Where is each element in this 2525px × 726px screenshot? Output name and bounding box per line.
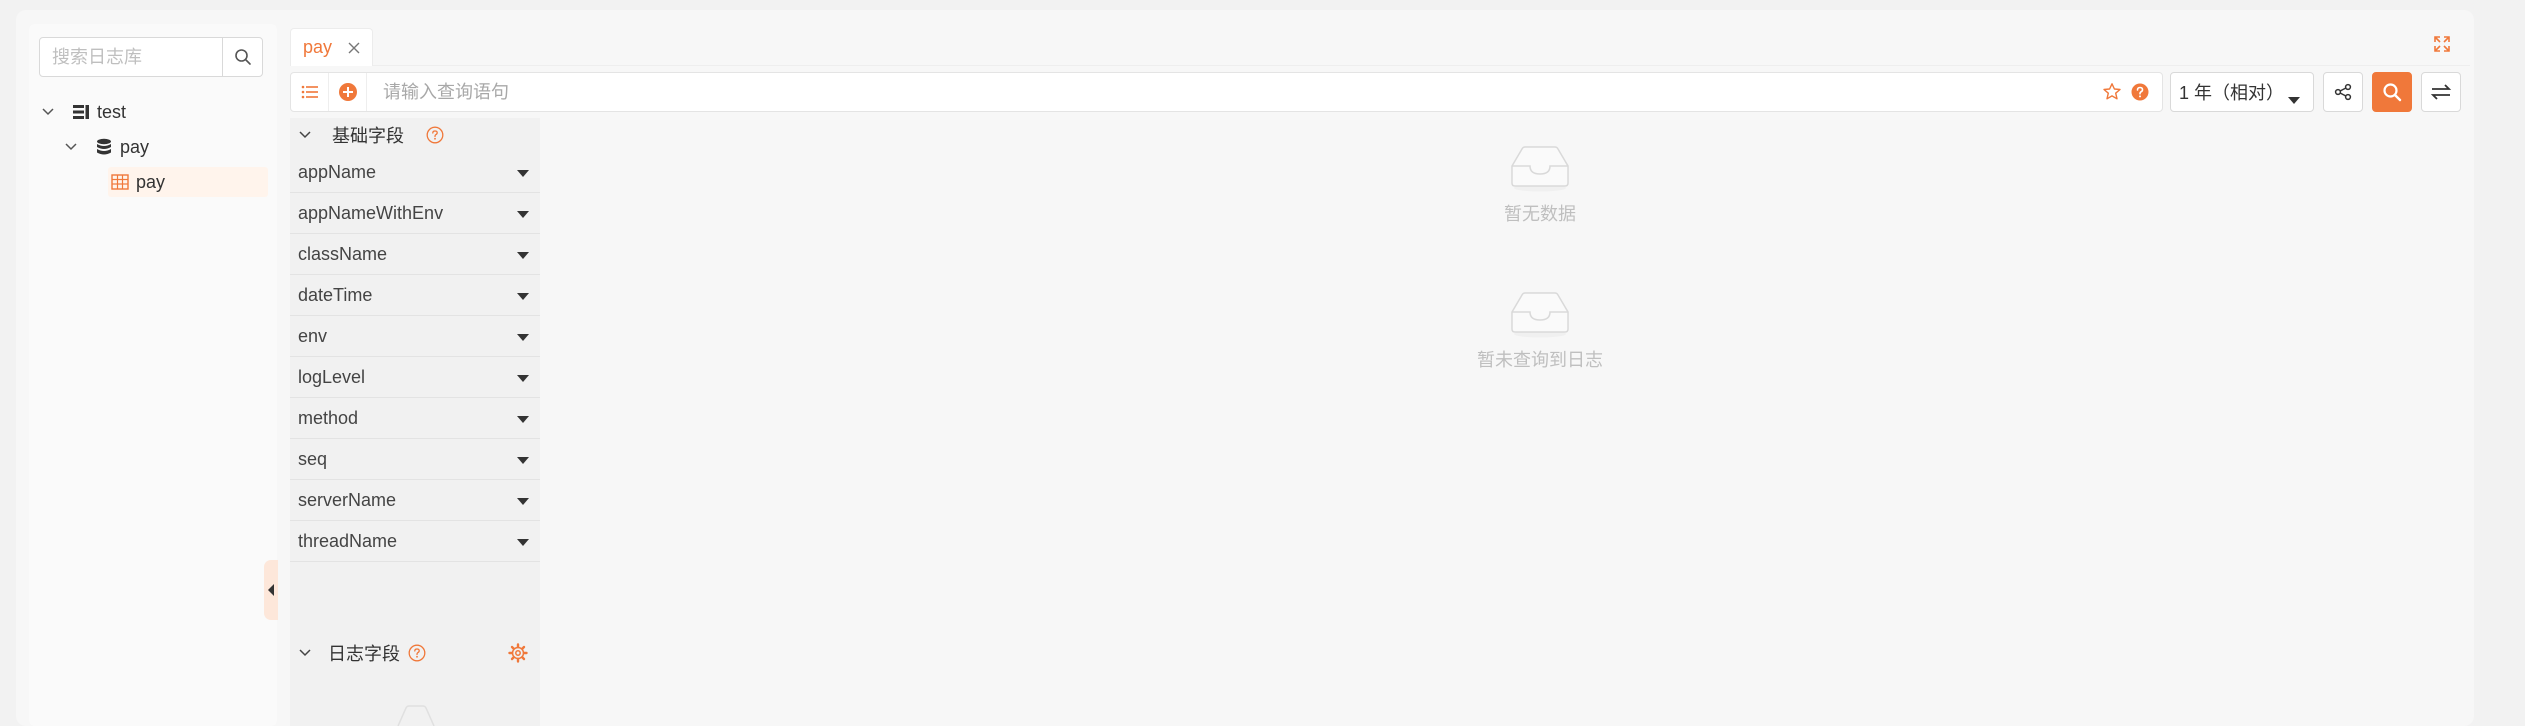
chevron-down-icon[interactable] — [290, 649, 320, 657]
tree-node-label: test — [97, 101, 127, 122]
caret-left-icon — [268, 584, 274, 596]
log-fields-empty-icon — [390, 704, 442, 726]
query-bar — [290, 72, 2163, 112]
add-condition-button[interactable] — [329, 73, 367, 111]
basic-fields-header[interactable]: 基础字段 — [290, 118, 540, 152]
field-row[interactable]: appNameWithEnv — [290, 193, 540, 234]
inbox-empty-icon — [1511, 146, 1569, 192]
chevron-down-icon[interactable] — [39, 108, 57, 116]
query-input[interactable] — [367, 73, 2098, 111]
chart-empty-text: 暂无数据 — [1504, 204, 1576, 224]
fullscreen-icon[interactable] — [2432, 34, 2454, 56]
caret-down-icon[interactable] — [516, 326, 530, 347]
caret-down-icon[interactable] — [516, 449, 530, 470]
instance-icon — [71, 102, 91, 122]
gear-icon[interactable] — [508, 643, 528, 668]
logstore-search — [39, 37, 263, 77]
field-name: className — [298, 243, 388, 264]
main-panel: pay 请输入查询语句 1 年（相对） 基础字段 appName appName… — [290, 24, 2470, 726]
field-name: appName — [298, 161, 377, 182]
caret-down-icon — [2287, 89, 2301, 110]
tree-node-pay-logstore[interactable]: pay — [108, 167, 268, 197]
time-range-value: 1 年（相对） — [2179, 83, 2285, 103]
caret-down-icon[interactable] — [516, 285, 530, 306]
tree-node-test[interactable]: test — [39, 97, 126, 127]
field-row[interactable]: logLevel — [290, 357, 540, 398]
sidebar: test pay pay — [29, 24, 277, 726]
field-name: dateTime — [298, 284, 373, 305]
list-icon — [301, 85, 318, 99]
close-icon[interactable] — [348, 42, 360, 54]
help-icon[interactable] — [426, 126, 444, 144]
field-row[interactable]: env — [290, 316, 540, 357]
caret-down-icon[interactable] — [516, 490, 530, 511]
field-name: env — [298, 325, 328, 346]
swap-arrows-icon — [2430, 84, 2452, 100]
caret-down-icon[interactable] — [516, 203, 530, 224]
logstore-search-input[interactable] — [40, 38, 222, 76]
caret-down-icon[interactable] — [516, 367, 530, 388]
logs-empty-state: 暂未查询到日志 — [1420, 290, 1660, 372]
basic-fields-title: 基础字段 — [332, 126, 404, 146]
tab-bar: pay — [290, 24, 2470, 66]
query-history-button[interactable] — [291, 73, 329, 111]
inbox-empty-icon — [1511, 292, 1569, 338]
basic-field-list: appName appNameWithEnv className dateTime en… — [290, 152, 540, 562]
logs-empty-text: 暂未查询到日志 — [1477, 350, 1603, 370]
database-icon — [94, 137, 114, 157]
search-icon — [234, 49, 251, 65]
chart-empty-state: 暂无数据 — [1420, 144, 1660, 226]
field-row[interactable]: className — [290, 234, 540, 275]
table-icon — [110, 172, 130, 192]
field-row[interactable]: threadName — [290, 521, 540, 562]
search-icon — [2383, 83, 2402, 102]
field-row[interactable]: serverName — [290, 480, 540, 521]
field-name: logLevel — [298, 366, 366, 387]
field-name: threadName — [298, 530, 398, 551]
fields-panel: 基础字段 appName appNameWithEnv className dateT… — [290, 118, 540, 726]
field-name: seq — [298, 448, 328, 469]
tree-node-label: pay — [136, 171, 166, 192]
tree-node-label: pay — [120, 136, 150, 157]
switch-mode-button[interactable] — [2421, 72, 2461, 112]
field-row[interactable]: dateTime — [290, 275, 540, 316]
plus-circle-icon — [338, 83, 357, 101]
share-button[interactable] — [2323, 72, 2363, 112]
chevron-down-icon[interactable] — [290, 131, 320, 139]
log-fields-title: 日志字段 — [328, 644, 400, 664]
sidebar-collapse-handle[interactable] — [264, 560, 278, 620]
query-help-icon[interactable] — [2126, 73, 2154, 111]
field-row[interactable]: method — [290, 398, 540, 439]
help-icon[interactable] — [408, 644, 426, 662]
caret-down-icon[interactable] — [516, 531, 530, 552]
caret-down-icon[interactable] — [516, 408, 530, 429]
favorite-star-icon[interactable] — [2098, 73, 2126, 111]
log-fields-header[interactable]: 日志字段 — [290, 636, 540, 670]
chevron-down-icon[interactable] — [62, 143, 80, 151]
caret-down-icon[interactable] — [516, 162, 530, 183]
caret-down-icon[interactable] — [516, 244, 530, 265]
tab-label: pay — [303, 37, 333, 57]
share-icon — [2334, 83, 2352, 101]
field-name: method — [298, 407, 359, 428]
logstore-search-button[interactable] — [222, 38, 262, 76]
query-search-button[interactable] — [2372, 72, 2412, 112]
field-row[interactable]: appName — [290, 152, 540, 193]
field-name: serverName — [298, 489, 397, 510]
field-row[interactable]: seq — [290, 439, 540, 480]
tree-node-pay-database[interactable]: pay — [62, 132, 149, 162]
field-name: appNameWithEnv — [298, 202, 444, 223]
tab-pay[interactable]: pay — [290, 28, 374, 66]
time-range-select[interactable]: 1 年（相对） — [2170, 72, 2314, 112]
